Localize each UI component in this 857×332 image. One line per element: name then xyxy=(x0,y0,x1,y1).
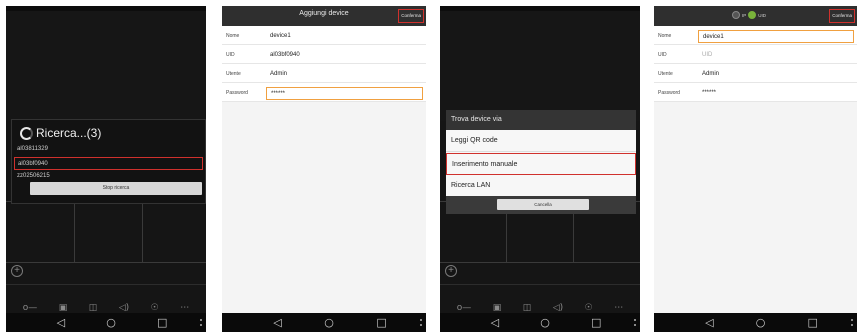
android-nav-bar: ◁ ○ □ xyxy=(6,313,206,332)
field-label: Password xyxy=(658,90,680,96)
menu-dots-icon[interactable] xyxy=(420,319,422,326)
screen-search-devices: + o— ▣ ◫ ◁) ☉ ⋯ Ricerca...(3) al03811329… xyxy=(6,6,206,332)
android-nav-bar: ◁ ○ □ xyxy=(440,313,640,332)
mic-icon[interactable]: ☉ xyxy=(151,303,159,313)
divider xyxy=(6,284,206,285)
camera-icon[interactable]: ▣ xyxy=(493,303,502,313)
screen-find-device: + o— ▣ ◫ ◁) ☉ ⋯ Trova device via Leggi Q… xyxy=(440,6,640,332)
app-header: Aggiungi device Conferma xyxy=(222,6,426,26)
back-icon[interactable]: ◁ xyxy=(57,317,65,328)
option-lan-search[interactable]: Ricerca LAN xyxy=(446,175,636,197)
recents-icon[interactable]: □ xyxy=(808,317,818,328)
divider xyxy=(440,284,640,285)
back-icon[interactable]: ◁ xyxy=(491,317,499,328)
field-label: Nome xyxy=(658,33,672,39)
back-icon[interactable]: ◁ xyxy=(705,317,713,328)
recents-icon[interactable]: □ xyxy=(376,317,386,328)
key-icon[interactable]: o— xyxy=(457,303,472,313)
search-dialog: Ricerca...(3) al03811329 al03bf0940 zz02… xyxy=(11,119,206,204)
menu-dots-icon[interactable] xyxy=(634,319,636,326)
name-field[interactable]: device1 xyxy=(698,30,854,43)
user-field[interactable]: Admin xyxy=(698,68,854,81)
home-icon[interactable]: ○ xyxy=(540,317,550,328)
password-field[interactable]: ****** xyxy=(698,87,854,100)
uid-label: UID xyxy=(758,12,767,18)
form-row-password: Password ****** xyxy=(222,83,426,102)
cancel-button[interactable]: Cancella xyxy=(497,199,589,210)
menu-dots-icon[interactable] xyxy=(200,319,202,326)
device-form: Nome device1 UID al03bf0940 Utente Admin… xyxy=(222,26,426,102)
camera-preview xyxy=(440,11,640,121)
field-label: UID xyxy=(226,52,235,58)
option-qr-code[interactable]: Leggi QR code xyxy=(446,130,636,152)
home-icon[interactable]: ○ xyxy=(756,317,766,328)
form-row-name: Nome device1 xyxy=(222,26,426,45)
connection-type-toggle: IP UID xyxy=(732,11,766,19)
uid-field[interactable]: UID xyxy=(698,49,854,62)
screen-add-device-uid: IP UID Conferma Nome device1 UID UID Ute… xyxy=(654,6,857,332)
menu-dots-icon[interactable] xyxy=(851,319,853,326)
add-camera-button[interactable]: + xyxy=(445,265,457,277)
dialog-footer: Cancella xyxy=(446,196,636,214)
confirm-button[interactable]: Conferma xyxy=(398,9,424,23)
speaker-icon[interactable]: ◁) xyxy=(119,303,129,313)
android-nav-bar: ◁ ○ □ xyxy=(654,313,857,332)
password-field[interactable]: ****** xyxy=(266,87,423,100)
field-label: Password xyxy=(226,90,248,96)
name-field[interactable]: device1 xyxy=(266,30,423,43)
ip-radio[interactable] xyxy=(732,11,740,19)
form-row-uid: UID al03bf0940 xyxy=(222,45,426,64)
field-label: Utente xyxy=(226,71,241,77)
loading-spinner-icon xyxy=(20,127,33,140)
mic-icon[interactable]: ☉ xyxy=(585,303,593,313)
user-field[interactable]: Admin xyxy=(266,68,423,81)
more-icon[interactable]: ⋯ xyxy=(180,303,189,313)
dialog-title: Trova device via xyxy=(446,110,636,130)
stop-search-button[interactable]: Stop ricerca xyxy=(30,182,202,195)
camera-icon[interactable]: ▣ xyxy=(59,303,68,313)
form-row-user: Utente Admin xyxy=(654,64,857,83)
ip-label: IP xyxy=(742,12,747,18)
more-icon[interactable]: ⋯ xyxy=(614,303,623,313)
search-title: Ricerca...(3) xyxy=(36,126,102,140)
key-icon[interactable]: o— xyxy=(23,303,38,313)
form-row-name: Nome device1 xyxy=(654,26,857,45)
home-icon[interactable]: ○ xyxy=(106,317,116,328)
android-nav-bar: ◁ ○ □ xyxy=(222,313,426,332)
uid-field[interactable]: al03bf0940 xyxy=(266,49,423,62)
search-result-item-selected[interactable]: al03bf0940 xyxy=(14,157,203,170)
form-row-password: Password ****** xyxy=(654,83,857,102)
confirm-button[interactable]: Conferma xyxy=(829,9,855,23)
screen-add-device: Aggiungi device Conferma Nome device1 UI… xyxy=(222,6,426,332)
device-form: Nome device1 UID UID Utente Admin Passwo… xyxy=(654,26,857,102)
video-icon[interactable]: ◫ xyxy=(523,303,532,313)
recents-icon[interactable]: □ xyxy=(157,317,167,328)
speaker-icon[interactable]: ◁) xyxy=(553,303,563,313)
field-label: UID xyxy=(658,52,667,58)
camera-grid xyxy=(6,201,206,263)
search-result-item[interactable]: al03811329 xyxy=(14,143,203,156)
home-icon[interactable]: ○ xyxy=(324,317,334,328)
find-device-dialog: Trova device via Leggi QR code Inserimen… xyxy=(446,110,636,214)
uid-radio[interactable] xyxy=(748,11,757,19)
back-icon[interactable]: ◁ xyxy=(273,317,281,328)
app-header: IP UID Conferma xyxy=(654,6,857,26)
option-manual-entry[interactable]: Inserimento manuale xyxy=(446,153,636,175)
add-camera-button[interactable]: + xyxy=(11,265,23,277)
form-row-uid: UID UID xyxy=(654,45,857,64)
field-label: Nome xyxy=(226,33,240,39)
camera-preview xyxy=(6,11,206,121)
page-title: Aggiungi device xyxy=(299,10,349,17)
form-row-user: Utente Admin xyxy=(222,64,426,83)
video-icon[interactable]: ◫ xyxy=(89,303,98,313)
field-label: Utente xyxy=(658,71,673,77)
recents-icon[interactable]: □ xyxy=(591,317,601,328)
